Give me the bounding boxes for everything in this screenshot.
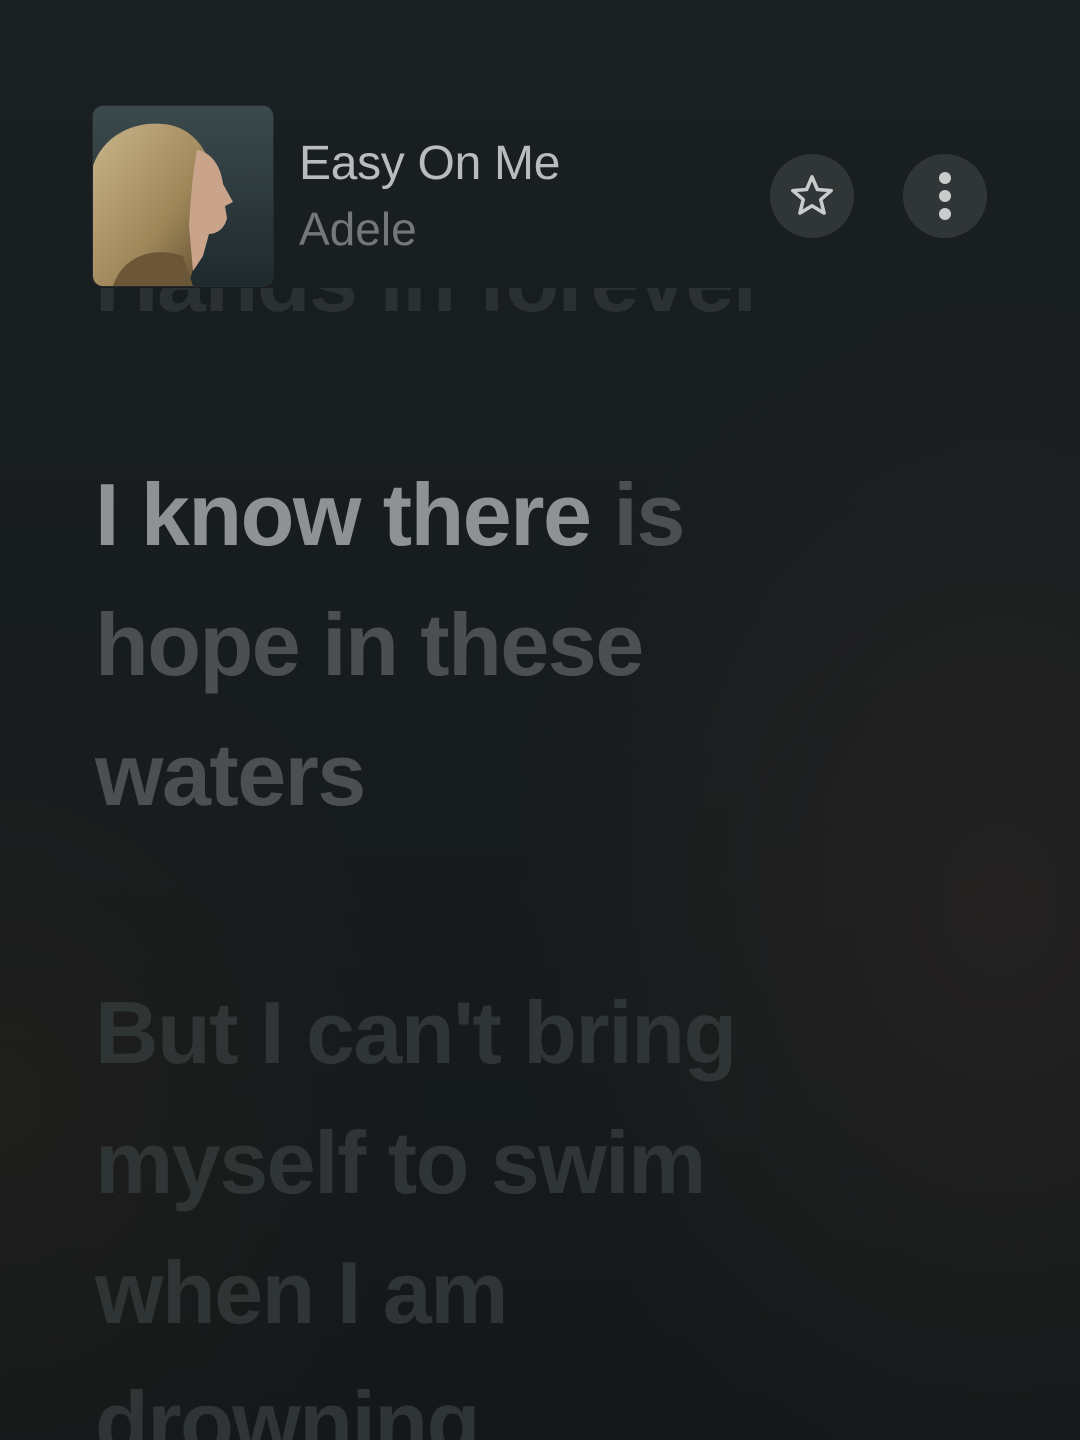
favorite-button[interactable]: [770, 154, 854, 238]
song-title[interactable]: Easy On Me: [299, 136, 560, 191]
lyric-line-active[interactable]: I know there is hope in these waters: [95, 450, 995, 840]
more-options-button[interactable]: [903, 154, 987, 238]
lyric-row: Hands in forever: [95, 288, 995, 346]
lyric-line-next[interactable]: But I can't bring myself to swim when I …: [95, 968, 995, 1440]
lyric-row: I know there is: [95, 450, 995, 580]
lyric-row: myself to swim: [95, 1113, 706, 1212]
lyric-row: waters: [95, 725, 366, 824]
lyrics-view[interactable]: Hands in forever I know there is hope in…: [0, 288, 1080, 1440]
vertical-ellipsis-icon: [939, 172, 951, 220]
song-artist[interactable]: Adele: [299, 202, 417, 256]
lyric-row: hope in these: [95, 595, 644, 694]
lyric-row: drowning: [95, 1373, 480, 1440]
lyric-row: But I can't bring: [95, 983, 737, 1082]
lyric-row: when I am: [95, 1243, 508, 1342]
album-art-image: [93, 106, 273, 286]
lyric-sung-words: I know there: [95, 465, 592, 564]
now-playing-header: Easy On Me Adele: [0, 0, 1080, 300]
star-outline-icon: [791, 175, 833, 215]
lyric-unsung-words: is: [590, 465, 685, 564]
album-artwork[interactable]: [93, 106, 273, 286]
lyric-line-previous[interactable]: Hands in forever: [95, 288, 995, 346]
